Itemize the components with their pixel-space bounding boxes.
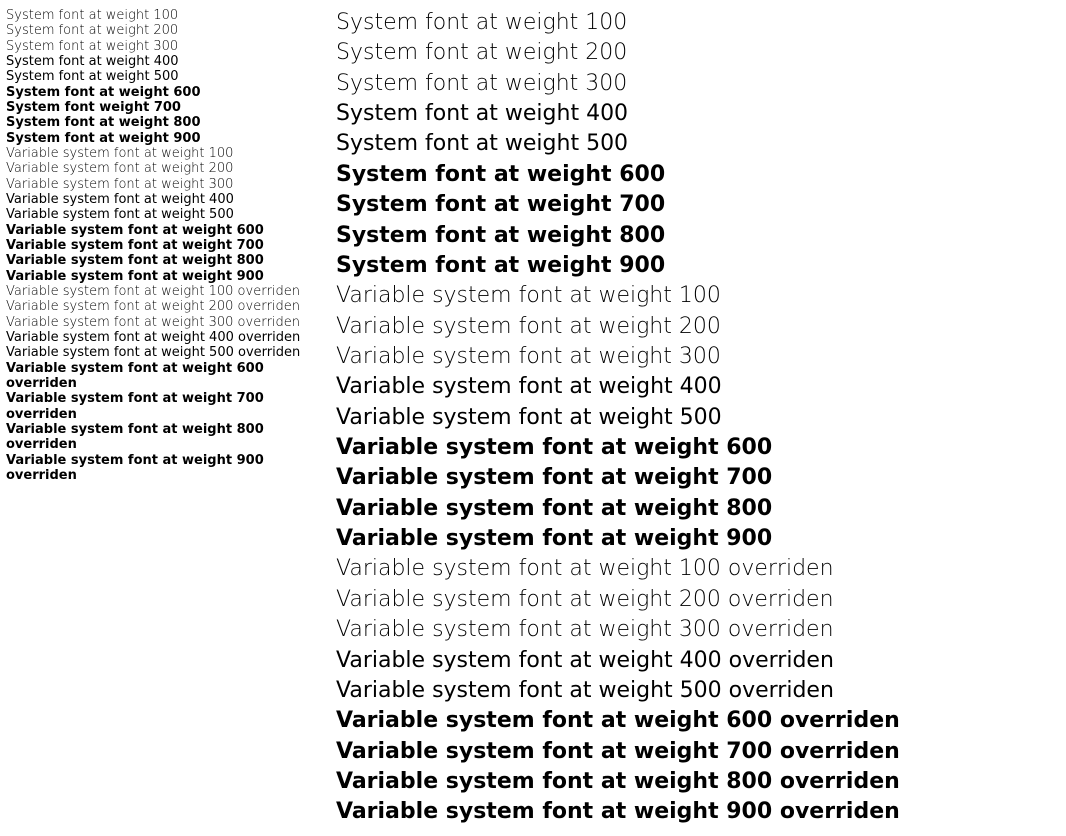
right-text-item-0: System font at weight 100 — [336, 8, 1060, 38]
right-text-item-2: System font at weight 300 — [336, 69, 1060, 99]
left-text-item-20: Variable system font at weight 300 overr… — [6, 315, 326, 330]
left-text-item-9: Variable system font at weight 100 — [6, 146, 326, 161]
left-text-item-22: Variable system font at weight 500 overr… — [6, 345, 326, 360]
left-text-item-15: Variable system font at weight 700 — [6, 238, 326, 253]
right-text-item-3: System font at weight 400 — [336, 99, 1060, 129]
right-text-item-9: Variable system font at weight 100 — [336, 281, 1060, 311]
right-text-item-26: Variable system font at weight 900 overr… — [336, 797, 1060, 827]
right-text-item-14: Variable system font at weight 600 — [336, 433, 1060, 463]
right-text-item-15: Variable system font at weight 700 — [336, 463, 1060, 493]
right-text-item-13: Variable system font at weight 500 — [336, 403, 1060, 433]
left-text-item-24: Variable system font at weight 700 overr… — [6, 391, 326, 422]
right-text-item-10: Variable system font at weight 200 — [336, 312, 1060, 342]
right-column: System font at weight 100System font at … — [326, 8, 1060, 828]
right-text-item-21: Variable system font at weight 400 overr… — [336, 646, 1060, 676]
right-text-item-19: Variable system font at weight 200 overr… — [336, 585, 1060, 615]
right-text-item-12: Variable system font at weight 400 — [336, 372, 1060, 402]
right-text-item-24: Variable system font at weight 700 overr… — [336, 737, 1060, 767]
left-text-item-14: Variable system font at weight 600 — [6, 223, 326, 238]
left-text-item-21: Variable system font at weight 400 overr… — [6, 330, 326, 345]
left-column: System font at weight 100System font at … — [6, 8, 326, 828]
left-text-item-12: Variable system font at weight 400 — [6, 192, 326, 207]
right-text-item-6: System font at weight 700 — [336, 190, 1060, 220]
right-text-item-17: Variable system font at weight 900 — [336, 524, 1060, 554]
left-text-item-3: System font at weight 400 — [6, 54, 326, 69]
left-text-item-26: Variable system font at weight 900 overr… — [6, 453, 326, 484]
left-text-item-8: System font at weight 900 — [6, 131, 326, 146]
right-text-item-11: Variable system font at weight 300 — [336, 342, 1060, 372]
left-text-item-19: Variable system font at weight 200 overr… — [6, 299, 326, 314]
left-text-item-23: Variable system font at weight 600 overr… — [6, 361, 326, 392]
left-text-item-4: System font at weight 500 — [6, 69, 326, 84]
left-text-item-0: System font at weight 100 — [6, 8, 326, 23]
right-text-item-7: System font at weight 800 — [336, 221, 1060, 251]
left-text-item-17: Variable system font at weight 900 — [6, 269, 326, 284]
left-text-item-2: System font at weight 300 — [6, 39, 326, 54]
left-text-item-7: System font at weight 800 — [6, 115, 326, 130]
right-text-item-4: System font at weight 500 — [336, 129, 1060, 159]
right-text-item-18: Variable system font at weight 100 overr… — [336, 554, 1060, 584]
left-text-item-1: System font at weight 200 — [6, 23, 326, 38]
right-text-item-25: Variable system font at weight 800 overr… — [336, 767, 1060, 797]
right-text-item-16: Variable system font at weight 800 — [336, 494, 1060, 524]
left-text-item-13: Variable system font at weight 500 — [6, 207, 326, 222]
left-text-item-18: Variable system font at weight 100 overr… — [6, 284, 326, 299]
left-text-item-25: Variable system font at weight 800 overr… — [6, 422, 326, 453]
right-text-item-23: Variable system font at weight 600 overr… — [336, 706, 1060, 736]
left-text-item-5: System font at weight 600 — [6, 85, 326, 100]
left-text-item-16: Variable system font at weight 800 — [6, 253, 326, 268]
right-text-item-5: System font at weight 600 — [336, 160, 1060, 190]
right-text-item-8: System font at weight 900 — [336, 251, 1060, 281]
right-text-item-22: Variable system font at weight 500 overr… — [336, 676, 1060, 706]
right-text-item-1: System font at weight 200 — [336, 38, 1060, 68]
left-text-item-6: System font weight 700 — [6, 100, 326, 115]
main-container: System font at weight 100System font at … — [0, 0, 1066, 836]
left-text-item-10: Variable system font at weight 200 — [6, 161, 326, 176]
left-text-item-11: Variable system font at weight 300 — [6, 177, 326, 192]
